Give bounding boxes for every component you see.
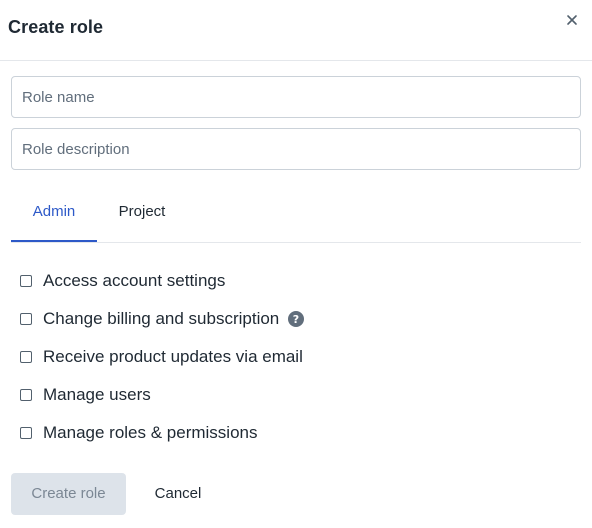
permission-item: Receive product updates via email [20,338,580,376]
permission-tabs: Admin Project [11,190,581,243]
permission-checkbox-change-billing[interactable] [20,313,32,325]
permission-label[interactable]: Access account settings [43,271,225,291]
permission-label[interactable]: Manage roles & permissions [43,423,257,443]
dialog-title: Create role [8,17,104,37]
help-icon[interactable]: ? [288,311,305,327]
permission-label[interactable]: Change billing and subscription [43,309,279,329]
role-name-input[interactable] [11,76,581,118]
create-role-button[interactable]: Create role [11,473,126,515]
permission-item: Change billing and subscription ? [20,300,580,338]
dialog-header: Create role [0,0,592,61]
tab-project[interactable]: Project [105,190,179,242]
svg-text:?: ? [293,313,299,326]
close-icon [567,15,577,25]
permission-label[interactable]: Manage users [43,385,151,405]
permission-checkbox-manage-users[interactable] [20,389,32,401]
permission-item: Manage roles & permissions [20,414,580,452]
role-description-input[interactable] [11,128,581,170]
cancel-button[interactable]: Cancel [140,473,216,515]
tab-admin[interactable]: Admin [11,190,97,242]
permission-checkbox-access-account-settings[interactable] [20,275,32,287]
permission-item: Manage users [20,376,580,414]
permission-label[interactable]: Receive product updates via email [43,347,303,367]
permission-list: Access account settings Change billing a… [20,262,580,452]
permission-item: Access account settings [20,262,580,300]
close-button[interactable] [564,12,580,28]
permission-checkbox-manage-roles[interactable] [20,427,32,439]
permission-checkbox-receive-product-updates[interactable] [20,351,32,363]
